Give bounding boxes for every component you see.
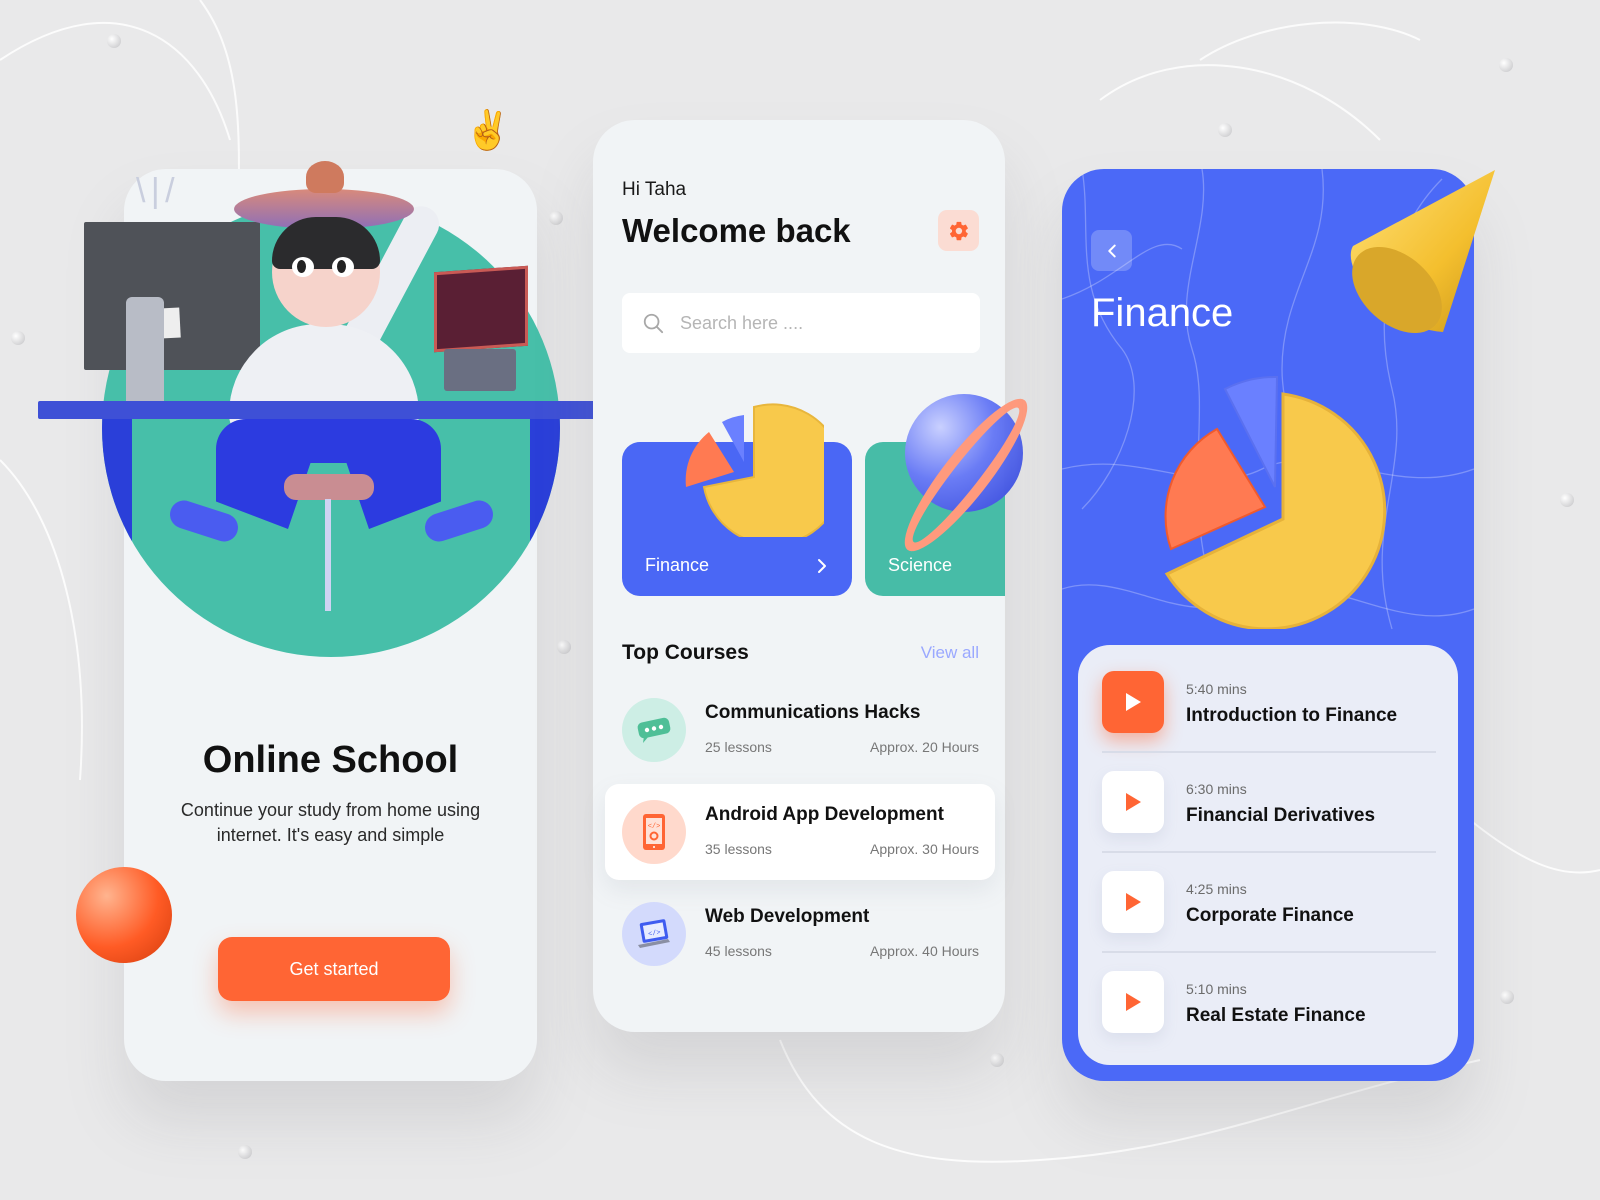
lesson-duration: 6:30 mins [1186, 781, 1247, 797]
lesson-title: Real Estate Finance [1186, 1005, 1366, 1026]
play-button[interactable] [1102, 871, 1164, 933]
lesson-title: Corporate Finance [1186, 905, 1354, 926]
orange-sphere-decoration [76, 867, 172, 963]
decor-dot [990, 1053, 1004, 1067]
search-icon [643, 313, 664, 334]
course-item[interactable]: Communications Hacks 25 lessons Approx. … [605, 682, 995, 778]
course-lessons: 45 lessons [705, 943, 772, 959]
category-label: Finance [645, 555, 710, 575]
lesson-item[interactable]: 6:30 mins Financial Derivatives [1102, 753, 1436, 853]
onboarding-screen: \ | / ✌ Online School Continue your stud… [38, 110, 625, 1081]
svg-text:</>: </> [648, 823, 661, 831]
lesson-title: Financial Derivatives [1186, 805, 1376, 826]
play-button[interactable] [1102, 971, 1164, 1033]
section-title: Top Courses [622, 641, 749, 664]
course-duration: Approx. 20 Hours [870, 739, 979, 755]
course-title: Communications Hacks [705, 702, 921, 723]
home-screen: Hi Taha Welcome back Finance Science Top… [593, 120, 1043, 1032]
peace-hand-icon: ✌ [464, 110, 512, 152]
category-card-science[interactable]: Science [865, 385, 1043, 596]
course-title: Android App Development [705, 804, 944, 825]
monitor-illustration [84, 222, 260, 370]
play-icon [1126, 793, 1141, 811]
course-title: Web Development [705, 906, 870, 927]
course-duration: Approx. 30 Hours [870, 841, 979, 857]
get-started-button[interactable]: Get started [218, 937, 450, 1001]
cone-decoration [1350, 170, 1495, 334]
play-icon [1126, 993, 1141, 1011]
chevron-left-icon [1107, 244, 1116, 257]
onboarding-subtitle: Continue your study from home using inte… [180, 800, 481, 845]
decor-dot [1500, 990, 1514, 1004]
lesson-duration: 4:25 mins [1186, 881, 1247, 897]
sparkle-icon: \ | / [136, 172, 175, 210]
course-lessons: 35 lessons [705, 841, 772, 857]
lesson-item[interactable]: 5:40 mins Introduction to Finance [1102, 653, 1436, 753]
category-label: Science [888, 555, 953, 575]
decor-dot [107, 34, 121, 48]
decor-dot [1218, 123, 1232, 137]
lesson-list: 5:40 mins Introduction to Finance 6:30 m… [1078, 645, 1458, 1065]
back-button[interactable] [1091, 230, 1132, 271]
page-title: Finance [1091, 291, 1234, 335]
play-icon [1126, 693, 1141, 711]
search-input[interactable] [680, 312, 960, 334]
stool-seat [284, 474, 374, 500]
stool-pole [325, 499, 331, 611]
course-duration: Approx. 40 Hours [870, 943, 979, 959]
view-all-link[interactable]: View all [921, 643, 979, 663]
chat-bubble-icon [622, 698, 686, 762]
eye [332, 257, 354, 277]
decor-dot [549, 211, 563, 225]
decor-dot [1499, 58, 1513, 72]
course-item[interactable]: </> Android App Development 35 lessons A… [605, 784, 995, 880]
greeting: Hi Taha [622, 179, 687, 200]
hat-top [306, 161, 344, 193]
monitor-stand [126, 297, 164, 401]
course-item[interactable]: </> Web Development 45 lessons Approx. 4… [605, 886, 995, 982]
course-lessons: 25 lessons [705, 739, 772, 755]
desk [38, 401, 625, 419]
laptop-illustration [434, 265, 528, 353]
eye [292, 257, 314, 277]
decor-dot [11, 331, 25, 345]
chevron-right-icon [818, 559, 826, 573]
lesson-duration: 5:10 mins [1186, 981, 1247, 997]
laptop-code-icon: </> [622, 902, 686, 966]
decor-dot [238, 1145, 252, 1159]
decor-dot [557, 640, 571, 654]
mobile-dev-icon: </> [622, 800, 686, 864]
page-title: Welcome back [622, 212, 851, 249]
lesson-item[interactable]: 4:25 mins Corporate Finance [1102, 853, 1436, 953]
lesson-title: Introduction to Finance [1186, 705, 1398, 726]
pie-chart-illustration [685, 403, 824, 537]
play-icon [1126, 893, 1141, 911]
gear-icon [949, 221, 968, 240]
lesson-duration: 5:40 mins [1186, 681, 1247, 697]
play-button[interactable] [1102, 671, 1164, 733]
pie-chart-illustration [1164, 375, 1387, 629]
play-button[interactable] [1102, 771, 1164, 833]
decor-dot [1560, 493, 1574, 507]
search-bar[interactable] [622, 293, 980, 353]
onboarding-title: Online School [202, 739, 459, 781]
laptop-stand [444, 349, 516, 391]
category-card-finance[interactable]: Finance [622, 403, 852, 596]
settings-button[interactable] [938, 210, 979, 251]
lesson-item[interactable]: 5:10 mins Real Estate Finance [1102, 953, 1436, 1053]
